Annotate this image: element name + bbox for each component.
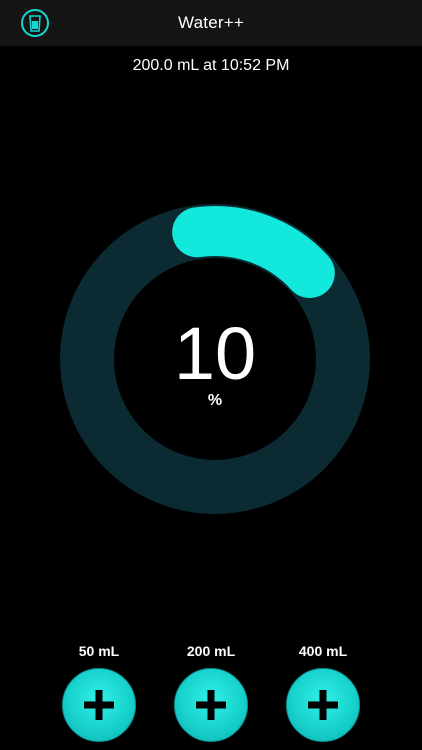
add-200ml-label: 200 mL — [186, 643, 236, 659]
add-50ml-group: 50 mL — [61, 643, 137, 742]
plus-icon — [308, 690, 338, 720]
progress-ring: 10 % — [55, 199, 375, 519]
plus-icon — [84, 690, 114, 720]
app-title: Water++ — [178, 13, 244, 32]
add-200ml-group: 200 mL — [173, 643, 249, 742]
add-50ml-button[interactable] — [62, 668, 136, 742]
ring-progress-arc — [172, 206, 335, 299]
app-screen: Water++ 200.0 mL at 10:52 PM 10 % 50 mL … — [0, 0, 422, 750]
add-400ml-button[interactable] — [286, 668, 360, 742]
last-entry-text: 200.0 mL at 10:52 PM — [132, 57, 290, 74]
add-400ml-group: 400 mL — [285, 643, 361, 742]
add-400ml-label: 400 mL — [298, 643, 348, 659]
add-50ml-label: 50 mL — [78, 643, 120, 659]
add-200ml-button[interactable] — [174, 668, 248, 742]
top-bar: Water++ — [0, 0, 422, 46]
plus-icon — [196, 690, 226, 720]
percent-unit: % — [207, 392, 223, 409]
percent-value: 10 — [173, 312, 257, 395]
